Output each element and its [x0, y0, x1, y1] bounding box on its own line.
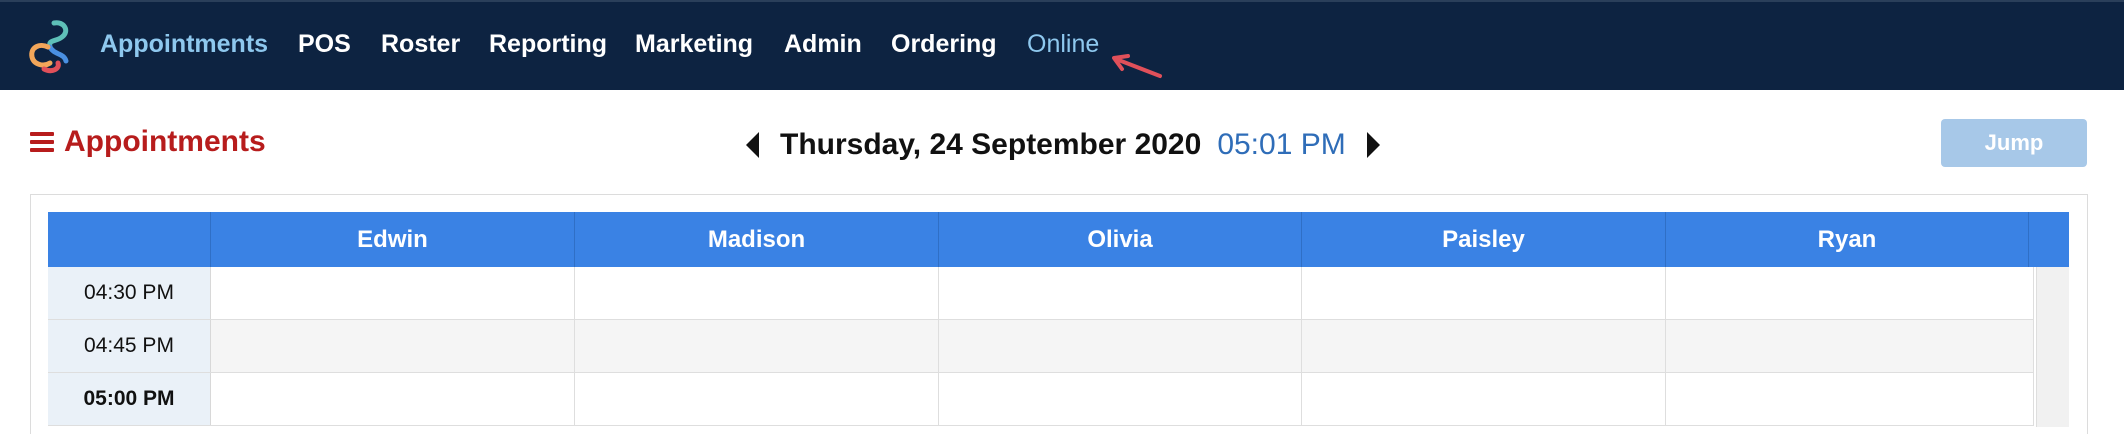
time-label: 04:45 PM: [48, 320, 211, 372]
staff-header-olivia: Olivia: [939, 212, 1302, 267]
current-time: 05:01 PM: [1217, 128, 1346, 161]
staff-header-paisley: Paisley: [1302, 212, 1666, 267]
staff-header-ryan: Ryan: [1666, 212, 2029, 267]
next-day-button[interactable]: [1364, 128, 1384, 162]
nav-appointments[interactable]: Appointments: [100, 30, 268, 59]
staff-header-edwin: Edwin: [211, 212, 575, 267]
time-column-header: [48, 212, 211, 267]
top-navbar: Appointments POS Roster Reporting Market…: [0, 0, 2124, 90]
calendar-header: Edwin Madison Olivia Paisley Ryan: [48, 212, 2069, 267]
nav-reporting[interactable]: Reporting: [489, 30, 607, 59]
time-label: 04:30 PM: [48, 267, 211, 319]
next-day-icon: [1367, 132, 1381, 158]
time-row: 04:30 PM: [48, 267, 2034, 320]
nav-roster[interactable]: Roster: [381, 30, 460, 59]
nav-admin[interactable]: Admin: [784, 30, 862, 59]
prev-day-icon: [745, 132, 759, 158]
pointer-arrow-icon: [1112, 54, 1162, 78]
nav-pos[interactable]: POS: [298, 30, 351, 59]
calendar-scrollbar[interactable]: [2036, 267, 2069, 427]
nav-online[interactable]: Online: [1027, 30, 1099, 59]
time-row: 04:45 PM: [48, 320, 2034, 373]
appointment-slot[interactable]: [575, 267, 939, 319]
appointment-slot[interactable]: [211, 320, 575, 372]
logo-icon[interactable]: [20, 17, 80, 77]
jump-button[interactable]: Jump: [1941, 119, 2087, 167]
current-date: Thursday, 24 September 2020: [780, 128, 1202, 161]
time-label: 05:00 PM: [48, 373, 211, 425]
appointment-slot[interactable]: [1666, 320, 2034, 372]
appointment-slot[interactable]: [575, 320, 939, 372]
appointment-slot[interactable]: [1302, 320, 1666, 372]
appointment-slot[interactable]: [1666, 373, 2034, 425]
nav-marketing[interactable]: Marketing: [635, 30, 753, 59]
nav-ordering[interactable]: Ordering: [891, 30, 997, 59]
prev-day-button[interactable]: [742, 128, 762, 162]
menu-icon[interactable]: [30, 132, 54, 152]
page-title-label: Appointments: [64, 125, 266, 158]
appointment-slot[interactable]: [939, 267, 1302, 319]
appointment-slot[interactable]: [211, 267, 575, 319]
appointment-slot[interactable]: [939, 373, 1302, 425]
time-row: 05:00 PM: [48, 373, 2034, 426]
staff-header-madison: Madison: [575, 212, 939, 267]
scroll-header-spacer: [2029, 212, 2069, 267]
appointment-slot[interactable]: [575, 373, 939, 425]
appointment-slot[interactable]: [1302, 373, 1666, 425]
page-title[interactable]: Appointments: [30, 125, 266, 159]
appointment-slot[interactable]: [1666, 267, 2034, 319]
appointment-slot[interactable]: [939, 320, 1302, 372]
calendar-body: 04:30 PM 04:45 PM 05:00 PM: [48, 267, 2034, 426]
appointment-slot[interactable]: [1302, 267, 1666, 319]
appointment-slot[interactable]: [211, 373, 575, 425]
date-navigator: Thursday, 24 September 2020 05:01 PM: [742, 128, 1384, 162]
